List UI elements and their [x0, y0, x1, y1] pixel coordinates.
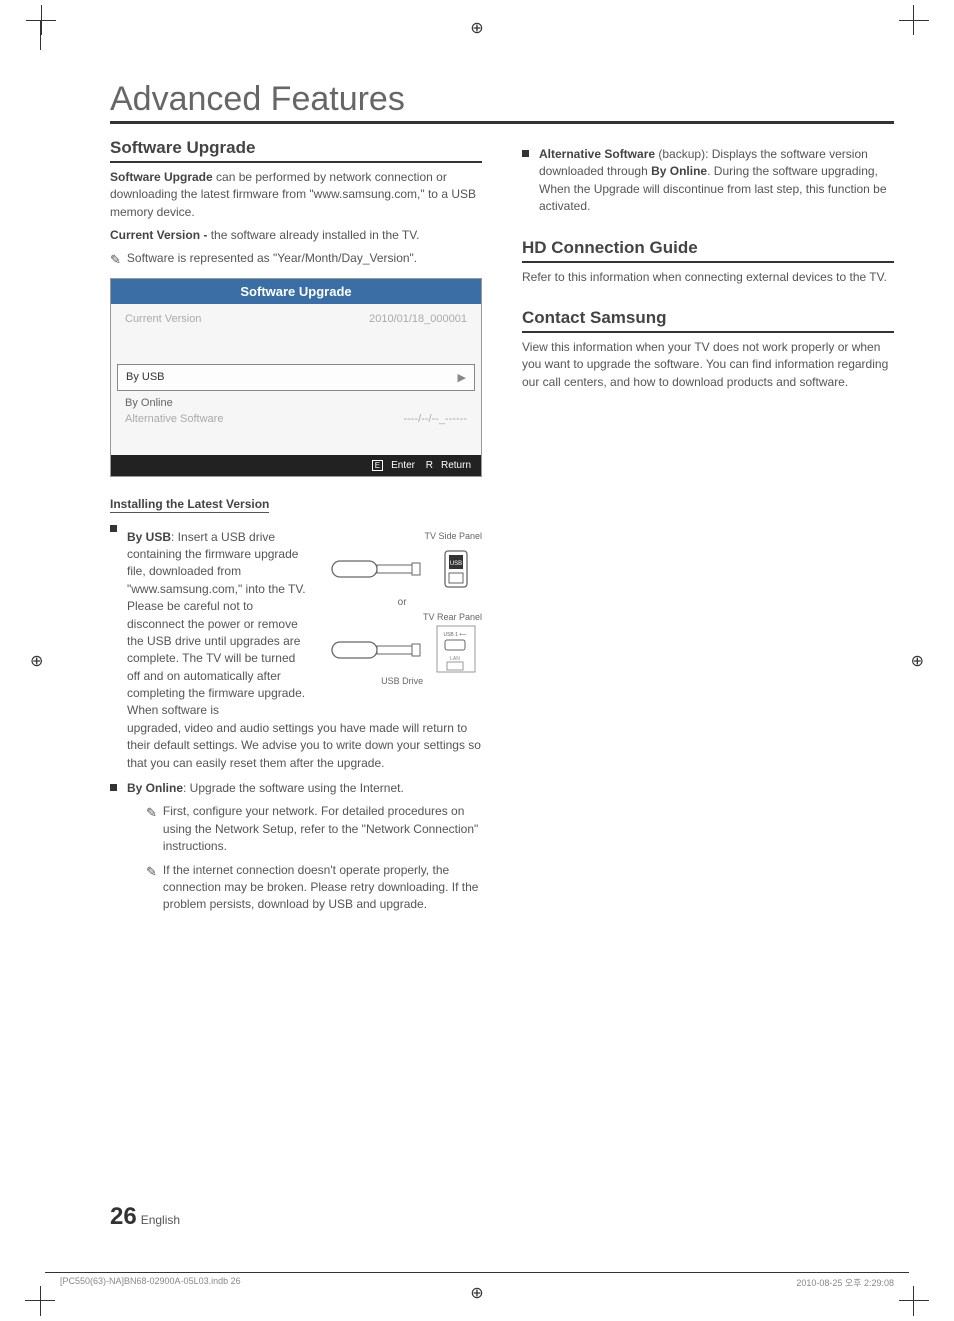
by-online-bullet: By Online: Upgrade the software using th…	[110, 780, 482, 797]
bullet-square-icon	[110, 784, 117, 791]
footer-filename: [PC550(63)-NA]BN68-02900A-05L03.indb 26	[60, 1276, 241, 1289]
installing-subhead: Installing the Latest Version	[110, 497, 269, 513]
bullet-square-icon	[110, 525, 117, 532]
footer-timestamp: 2010-08-25 오후 2:29:08	[796, 1276, 894, 1289]
alternative-software-bullet: Alternative Software (backup): Displays …	[522, 146, 894, 216]
software-note: ✎ Software is represented as "Year/Month…	[110, 251, 482, 268]
svg-text:LAN: LAN	[450, 656, 460, 662]
dialog-footer: EEnter RReturn	[111, 455, 481, 476]
hd-connection-heading: HD Connection Guide	[522, 238, 894, 263]
contact-samsung-heading: Contact Samsung	[522, 308, 894, 333]
page-title: Advanced Features	[110, 80, 894, 124]
return-icon: R	[426, 460, 433, 471]
alternative-software-row: Alternative Software ----/--/--_------	[111, 411, 481, 455]
arrow-right-icon: ▶	[458, 371, 466, 384]
by-usb-continuation: upgraded, video and audio settings you h…	[127, 720, 482, 772]
contact-samsung-text: View this information when your TV does …	[522, 339, 894, 391]
page-number: 26English	[110, 1203, 180, 1231]
by-usb-bullet: By USB: Insert a USB drive containing th…	[110, 521, 482, 720]
current-version-line: Current Version - the software already i…	[110, 227, 482, 244]
software-upgrade-heading: Software Upgrade	[110, 138, 482, 163]
note-icon: ✎	[146, 863, 157, 882]
by-usb-option[interactable]: By USB ▶	[117, 364, 475, 391]
right-column: Alternative Software (backup): Displays …	[522, 138, 894, 920]
left-column: Software Upgrade Software Upgrade can be…	[110, 138, 482, 920]
by-online-note-1: ✎ First, configure your network. For det…	[146, 803, 482, 855]
software-upgrade-intro: Software Upgrade can be performed by net…	[110, 169, 482, 221]
note-icon: ✎	[110, 252, 121, 268]
usb-diagram: TV Side Panel USB or TV Rear Panel	[322, 529, 482, 720]
software-upgrade-dialog: Software Upgrade Current Version 2010/01…	[110, 278, 482, 477]
by-online-note-2: ✎ If the internet connection doesn't ope…	[146, 862, 482, 914]
svg-text:USB 1 ⟵: USB 1 ⟵	[444, 632, 467, 638]
hd-connection-text: Refer to this information when connectin…	[522, 269, 894, 286]
dialog-title: Software Upgrade	[111, 279, 481, 304]
enter-icon: E	[372, 460, 383, 471]
svg-text:USB: USB	[450, 561, 462, 567]
by-online-option[interactable]: By Online	[111, 391, 481, 411]
note-icon: ✎	[146, 804, 157, 823]
current-version-row: Current Version 2010/01/18_000001	[111, 304, 481, 334]
footer-meta: [PC550(63)-NA]BN68-02900A-05L03.indb 26 …	[60, 1272, 894, 1289]
bullet-square-icon	[522, 150, 529, 157]
